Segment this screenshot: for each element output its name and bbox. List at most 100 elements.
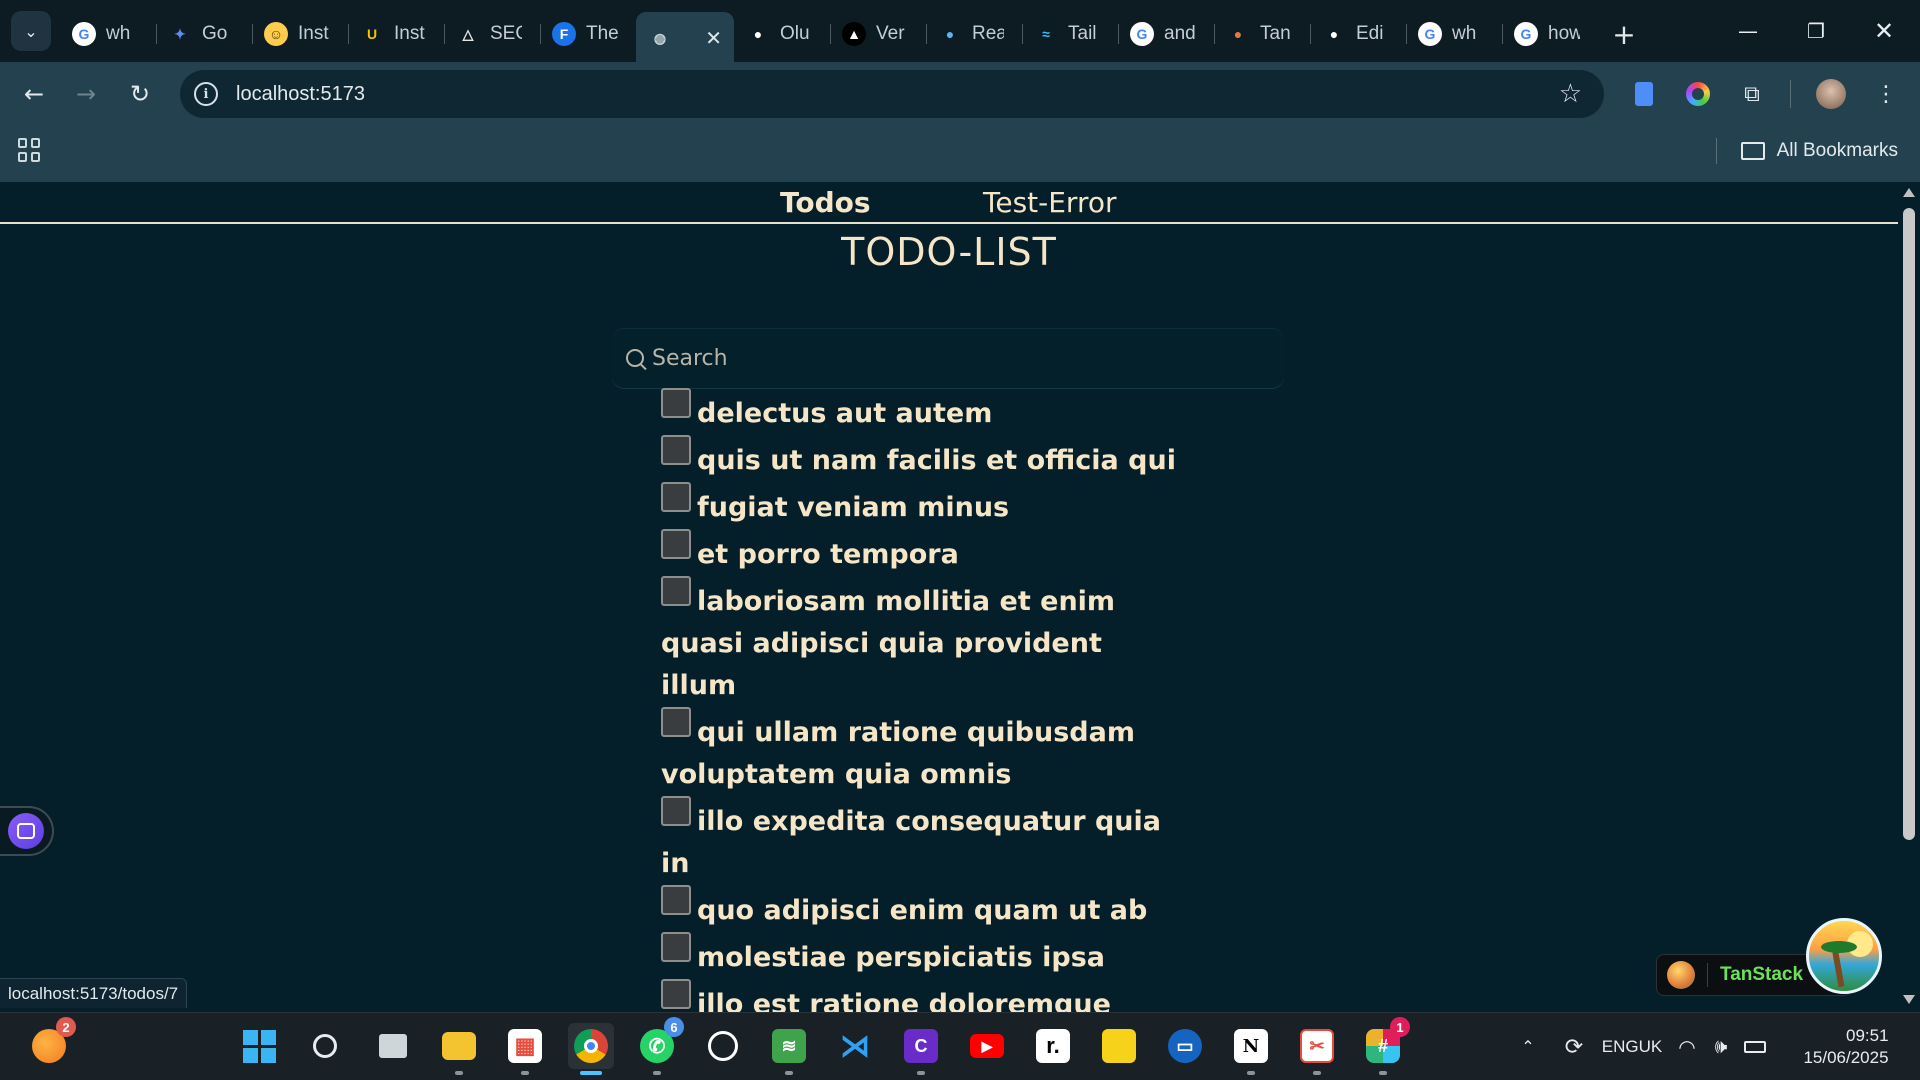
todo-checkbox[interactable]	[661, 482, 691, 512]
reload-button[interactable]: ↻	[118, 72, 162, 116]
taskbar-notion[interactable]: N	[1228, 1023, 1274, 1075]
browser-tab[interactable]: ● Edi	[1310, 12, 1406, 56]
browser-tab[interactable]: Gand	[1118, 12, 1214, 56]
taskbar-start[interactable]	[236, 1023, 282, 1069]
volume-icon[interactable]: 🕪	[1706, 1013, 1736, 1080]
profile-avatar[interactable]	[1816, 79, 1846, 109]
r-app-icon: r.	[1036, 1029, 1070, 1063]
taskbar-snipping-tool[interactable]: ✂	[1294, 1023, 1340, 1075]
browser-tab[interactable]: Gwh	[1406, 12, 1502, 56]
taskbar-slack[interactable]: # 1	[1360, 1017, 1410, 1075]
browser-tab[interactable]: ✦ Go	[156, 12, 252, 56]
todo-text[interactable]: quo adipisci enim quam ut ab	[697, 895, 1147, 926]
tanstack-label: TanStack	[1720, 964, 1804, 985]
page-scrollbar[interactable]	[1898, 182, 1920, 1012]
extension-color-icon[interactable]	[1682, 78, 1714, 110]
sync-icon[interactable]: ⟳	[1556, 1013, 1592, 1080]
scroll-down-arrow[interactable]	[1903, 995, 1915, 1004]
extension-docs-icon[interactable]	[1628, 78, 1660, 110]
browser-tab[interactable]: ≈ Tail	[1022, 12, 1118, 56]
nav-link-todos[interactable]: Todos	[780, 186, 871, 219]
todo-text[interactable]: delectus aut autem	[697, 398, 992, 429]
browser-tab[interactable]: F The	[540, 12, 636, 56]
todo-checkbox[interactable]	[661, 885, 691, 915]
nav-link-test-error[interactable]: Test-Error	[983, 186, 1117, 219]
vscode-icon: ⋊	[840, 1029, 870, 1063]
site-info-icon[interactable]: i	[194, 82, 218, 106]
minimize-button[interactable]: —	[1714, 0, 1782, 62]
browser-tab[interactable]: ● Rea	[926, 12, 1022, 56]
todo-checkbox[interactable]	[661, 707, 691, 737]
browser-tab[interactable]: ● Tan	[1214, 12, 1310, 56]
taskbar-youtube[interactable]: ▶	[964, 1023, 1010, 1069]
forward-button[interactable]: →	[64, 72, 108, 116]
browser-tab[interactable]: U Inst	[348, 12, 444, 56]
wifi-icon[interactable]: ◠	[1672, 1013, 1702, 1080]
tab-close-icon[interactable]: ✕	[705, 26, 722, 51]
language-indicator[interactable]: ENG UK	[1600, 1013, 1664, 1080]
todo-checkbox[interactable]	[661, 932, 691, 962]
bookmarks-bar: All Bookmarks	[0, 126, 1920, 182]
todo-text[interactable]: quis ut nam facilis et officia qui	[697, 445, 1176, 476]
taskbar-anydesk[interactable]: ▭	[1162, 1023, 1208, 1069]
browser-tab[interactable]: △ SEO	[444, 12, 540, 56]
all-bookmarks-button[interactable]: All Bookmarks	[1715, 138, 1898, 164]
todo-text[interactable]: fugiat veniam minus	[697, 492, 1009, 523]
taskbar-whatsapp[interactable]: ✆ 6	[634, 1017, 684, 1075]
notion-icon: N	[1234, 1029, 1268, 1063]
taskbar-store[interactable]: ▦	[502, 1023, 548, 1075]
tab-title: wh	[1452, 23, 1477, 44]
todo-checkbox[interactable]	[661, 979, 691, 1009]
tanstack-palm-logo[interactable]	[1806, 918, 1882, 994]
browser-tab[interactable]: ☺ Inst	[252, 12, 348, 56]
taskbar-readdy[interactable]: r.	[1030, 1023, 1076, 1069]
store-icon: ▦	[508, 1029, 542, 1063]
menu-kebab-icon[interactable]: ⋮	[1870, 78, 1902, 110]
scroll-thumb[interactable]	[1903, 208, 1915, 840]
taskbar-chrome[interactable]	[568, 1023, 614, 1075]
tab-search-button[interactable]: ⌄	[11, 11, 51, 51]
browser-tab[interactable]: Gwh	[60, 12, 156, 56]
page-viewport: Todos Test-Error TODO-LIST delectus aut …	[0, 182, 1920, 1062]
todo-checkbox[interactable]	[661, 576, 691, 606]
apps-grid-icon[interactable]	[18, 138, 42, 162]
taskbar-search[interactable]	[302, 1023, 348, 1069]
todo-checkbox[interactable]	[661, 796, 691, 826]
browser-tab[interactable]: Ghow	[1502, 12, 1598, 56]
taskbar-file-explorer[interactable]	[436, 1023, 482, 1075]
taskbar-sticky-notes[interactable]	[1096, 1023, 1142, 1069]
search-input[interactable]	[652, 345, 1252, 371]
taskbar-notifications[interactable]: 2	[26, 1017, 76, 1069]
extensions-puzzle-icon[interactable]: ⧉	[1736, 78, 1768, 110]
todo-text[interactable]: et porro tempora	[697, 539, 959, 570]
todo-text[interactable]: qui ullam ratione quibusdam voluptatem q…	[661, 717, 1135, 790]
taskbar-chatgpt[interactable]	[700, 1023, 746, 1069]
assistant-float-button[interactable]	[0, 806, 54, 856]
taskbar-spreadsheet[interactable]: ≋	[766, 1023, 812, 1075]
todo-checkbox[interactable]	[661, 435, 691, 465]
new-tab-button[interactable]: +	[1604, 14, 1644, 54]
todo-checkbox[interactable]	[661, 529, 691, 559]
browser-tab[interactable]: ● Olu	[734, 12, 830, 56]
tray-overflow-chevron-icon[interactable]: ⌃	[1510, 1013, 1546, 1080]
restore-button[interactable]: ❐	[1782, 0, 1850, 62]
browser-tab-active[interactable]: ◍ ✕	[636, 12, 734, 64]
taskbar-task-view[interactable]	[370, 1023, 416, 1069]
todo-text[interactable]: molestiae perspiciatis ipsa	[697, 942, 1105, 973]
search-box	[612, 328, 1284, 388]
address-url[interactable]: localhost:5173	[236, 83, 365, 106]
bookmark-star-icon[interactable]: ☆	[1559, 79, 1582, 109]
address-bar[interactable]: i localhost:5173 ☆	[180, 70, 1604, 118]
todo-checkbox[interactable]	[661, 388, 691, 418]
taskbar-vscode-insiders[interactable]: C	[898, 1023, 944, 1075]
todo-text[interactable]: illo expedita consequatur quia in	[661, 806, 1161, 879]
close-window-button[interactable]: ✕	[1850, 0, 1918, 62]
system-clock[interactable]: 09:51 15/06/2025	[1790, 1013, 1902, 1080]
battery-icon[interactable]	[1740, 1013, 1770, 1080]
back-button[interactable]: ←	[12, 72, 56, 116]
todo-text[interactable]: laboriosam mollitia et enim quasi adipis…	[661, 586, 1115, 701]
bookmarks-divider	[1715, 138, 1717, 164]
scroll-up-arrow[interactable]	[1903, 188, 1915, 197]
taskbar-vscode[interactable]: ⋊	[832, 1023, 878, 1069]
browser-tab[interactable]: ▲ Ver	[830, 12, 926, 56]
